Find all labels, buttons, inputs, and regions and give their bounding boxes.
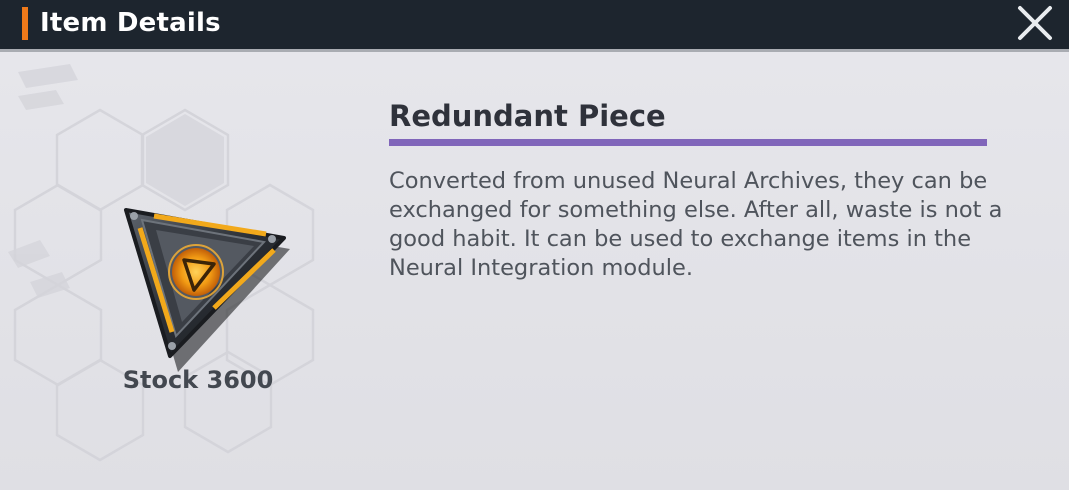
redundant-piece-icon xyxy=(124,208,290,372)
title-underline xyxy=(389,139,987,146)
item-name: Redundant Piece xyxy=(389,99,666,133)
title-bar: Item Details xyxy=(0,0,1069,49)
item-description: Converted from unused Neural Archives, t… xyxy=(389,168,1003,281)
details-panel: Stock 3600 Redundant Piece Converted fro… xyxy=(0,49,1069,490)
stock-count: Stock 3600 xyxy=(122,366,274,394)
close-icon xyxy=(1018,6,1052,40)
item-details-dialog: Item Details Stock 3600 Redundant Piece … xyxy=(0,0,1069,490)
title-accent-bar xyxy=(22,7,28,40)
close-button[interactable] xyxy=(1012,2,1058,46)
dialog-title: Item Details xyxy=(40,8,221,38)
